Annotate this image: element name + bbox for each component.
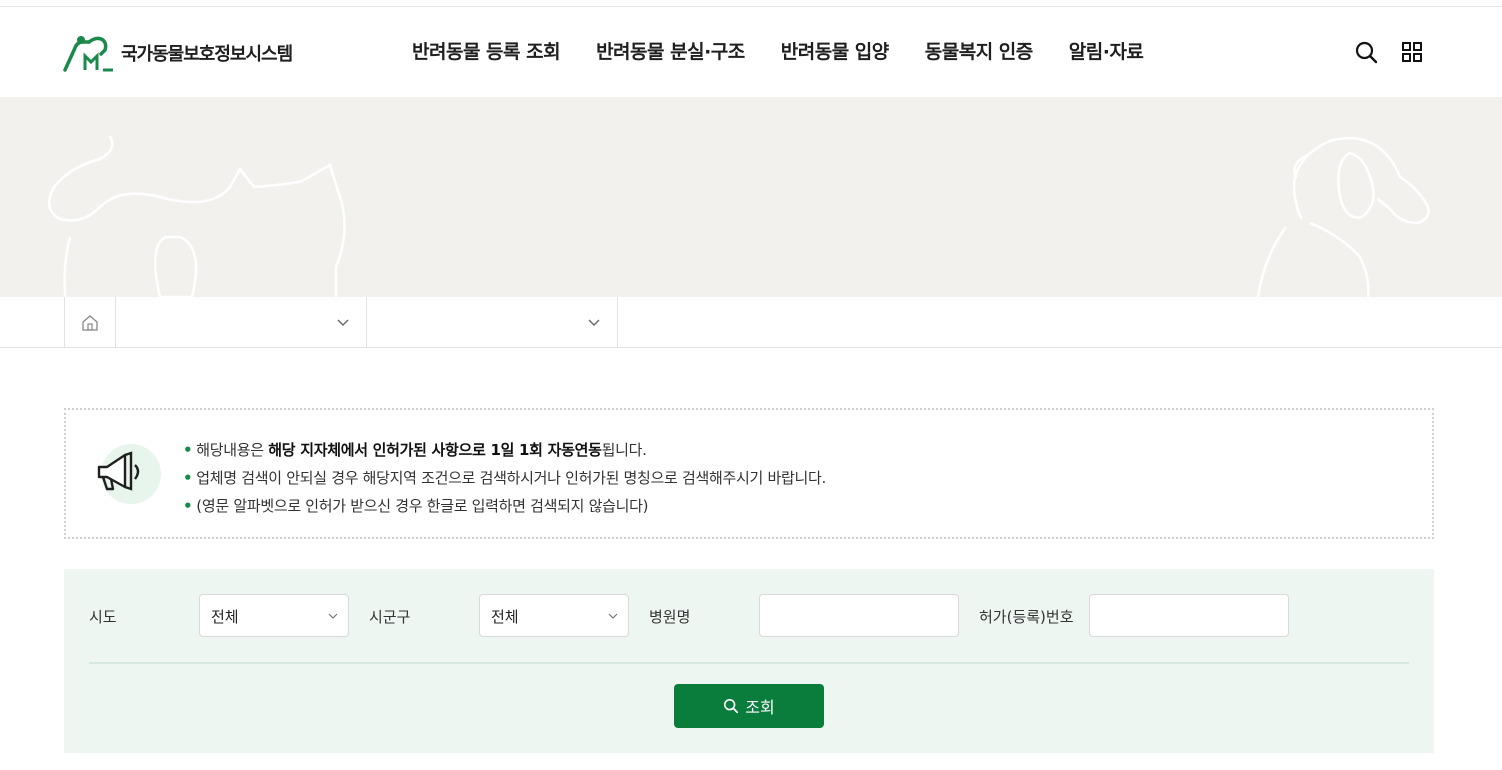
search-icon[interactable]	[1354, 40, 1378, 64]
notice-line-3: • (영문 알파벳으로 인허가 받으신 경우 한글로 입력하면 검색되지 않습니다…	[183, 497, 649, 515]
search-button[interactable]: 조회	[674, 684, 824, 728]
sigungu-select-value: 전체	[491, 608, 519, 626]
notice-line-1: • 해당내용은 해당 지자체에서 인허가된 사항으로 1일 1회 자동연동됩니다.	[183, 441, 647, 459]
sido-label: 시도	[89, 608, 117, 626]
header-icons	[1354, 40, 1424, 64]
sido-select[interactable]: 전체	[199, 594, 349, 637]
hospital-name-label: 병원명	[649, 608, 691, 626]
breadcrumb-dropdown-1[interactable]	[116, 297, 367, 348]
breadcrumb	[0, 297, 1502, 348]
logo-icon	[63, 36, 113, 72]
sigungu-label: 시군구	[369, 608, 411, 626]
main-nav: 반려동물 등록 조회 반려동물 분실·구조 반려동물 입양 동물복지 인증 알림…	[412, 37, 1144, 64]
cat-illustration	[47, 135, 346, 297]
chevron-down-icon	[328, 613, 338, 619]
dog-illustration	[1256, 136, 1430, 297]
notice-box: • 해당내용은 해당 지자체에서 인허가된 사항으로 1일 1회 자동연동됩니다.…	[64, 408, 1434, 539]
nav-item-pet-adoption[interactable]: 반려동물 입양	[781, 37, 890, 64]
notice-line-1-prefix: 해당내용은	[196, 441, 269, 459]
notice-line-2-text: 업체명 검색이 안되실 경우 해당지역 조건으로 검색하시거나 인허가된 명칭으…	[196, 469, 826, 487]
megaphone-icon	[97, 444, 161, 504]
menu-grid-icon[interactable]	[1400, 40, 1424, 64]
breadcrumb-dropdown-2[interactable]	[367, 297, 618, 348]
notice-line-1-bold: 해당 지자체에서 인허가된 사항으로 1일 1회 자동연동	[268, 441, 602, 459]
search-divider	[89, 662, 1409, 664]
license-number-label: 허가(등록)번호	[979, 608, 1074, 626]
nav-item-animal-welfare[interactable]: 동물복지 인증	[925, 37, 1034, 64]
notice-list: • 해당내용은 해당 지자체에서 인허가된 사항으로 1일 1회 자동연동됩니다.…	[183, 436, 826, 520]
page-banner	[0, 97, 1502, 297]
breadcrumb-home[interactable]	[64, 297, 116, 348]
search-form: 시도 전체 시군구 전체 병원명 허가(등록)번호 조회	[64, 569, 1434, 753]
home-icon	[82, 314, 98, 331]
search-icon	[724, 698, 739, 714]
chevron-down-icon	[337, 319, 349, 326]
notice-line-3-text: (영문 알파벳으로 인허가 받으신 경우 한글로 입력하면 검색되지 않습니다)	[196, 497, 649, 515]
nav-item-notice-data[interactable]: 알림·자료	[1069, 37, 1144, 64]
license-number-input[interactable]	[1089, 594, 1289, 637]
notice-line-1-suffix: 됩니다.	[601, 441, 647, 459]
sido-select-value: 전체	[211, 608, 239, 626]
site-logo[interactable]: 국가동물보호정보시스템	[63, 33, 293, 73]
nav-item-pet-lost-rescue[interactable]: 반려동물 분실·구조	[596, 37, 745, 64]
notice-line-2: • 업체명 검색이 안되실 경우 해당지역 조건으로 검색하시거나 인허가된 명칭…	[183, 469, 826, 487]
logo-text: 국가동물보호정보시스템	[121, 44, 293, 65]
site-header: 국가동물보호정보시스템 반려동물 등록 조회 반려동물 분실·구조 반려동물 입…	[0, 7, 1502, 97]
search-button-label: 조회	[745, 698, 775, 717]
chevron-down-icon	[588, 319, 600, 326]
sigungu-select[interactable]: 전체	[479, 594, 629, 637]
nav-item-pet-registration[interactable]: 반려동물 등록 조회	[412, 37, 561, 64]
hospital-name-input[interactable]	[759, 594, 959, 637]
chevron-down-icon	[608, 613, 618, 619]
